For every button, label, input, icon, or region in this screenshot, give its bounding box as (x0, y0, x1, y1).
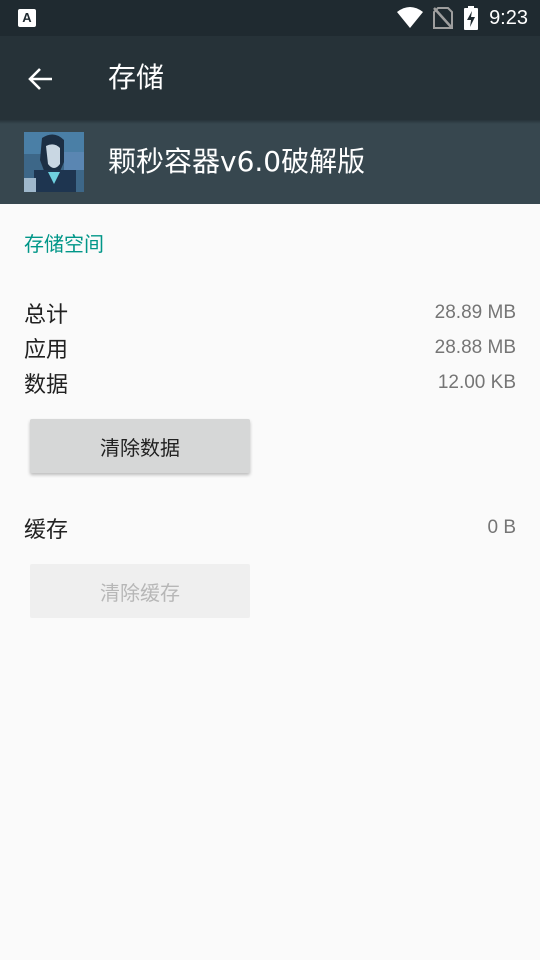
app-bar: 存储 (0, 36, 540, 120)
storage-section-title: 存储空间 (24, 232, 104, 256)
back-arrow-icon (28, 68, 52, 90)
divider (0, 120, 540, 124)
storage-row-label: 缓存 (24, 518, 69, 543)
notification-a-icon: A (18, 9, 36, 27)
app-header: 颗秒容器v6.0破解版 (0, 120, 540, 204)
storage-row-value: 28.89 MB (434, 302, 516, 323)
storage-row-label: 应用 (24, 338, 69, 363)
clear-data-button[interactable]: 清除数据 (30, 419, 250, 473)
no-sim-icon (433, 7, 454, 29)
storage-row-label: 数据 (24, 373, 69, 398)
battery-charging-icon (464, 6, 479, 30)
status-time: 9:23 (489, 6, 528, 29)
app-name: 颗秒容器v6.0破解版 (108, 145, 366, 178)
back-button[interactable] (18, 56, 64, 102)
storage-row-cache: 缓存 0 B (24, 512, 516, 544)
storage-row-total: 总计 28.89 MB (24, 297, 516, 329)
storage-row-value: 28.88 MB (434, 337, 516, 358)
clear-cache-button[interactable]: 清除缓存 (30, 564, 250, 618)
page-title: 存储 (108, 61, 165, 94)
status-bar: A 9:23 (0, 0, 540, 36)
storage-row-value: 0 B (487, 517, 516, 538)
storage-row-value: 12.00 KB (437, 372, 516, 393)
wifi-icon (397, 7, 424, 28)
storage-row-app: 应用 28.88 MB (24, 332, 516, 364)
storage-row-data: 数据 12.00 KB (24, 367, 516, 399)
storage-row-label: 总计 (24, 303, 69, 328)
app-icon (24, 132, 84, 192)
status-icons: 9:23 (397, 0, 528, 36)
